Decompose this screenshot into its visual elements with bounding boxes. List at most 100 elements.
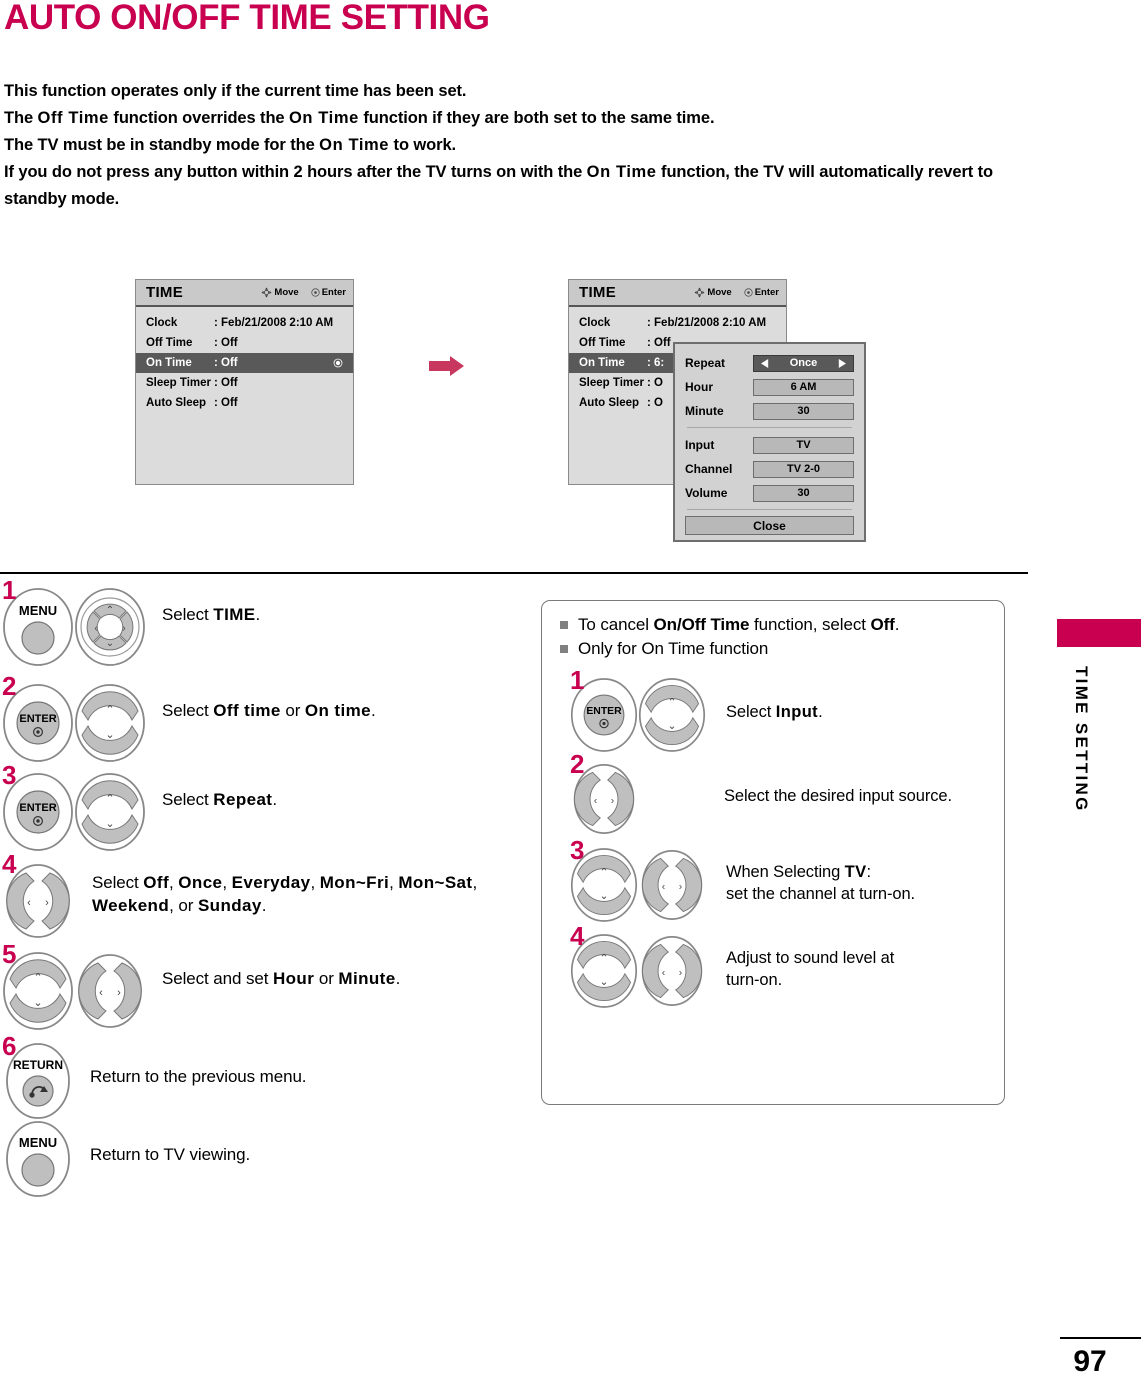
sep-6: , or: [169, 896, 198, 915]
svg-text:‹: ‹: [662, 882, 666, 893]
popup-row-repeat[interactable]: Repeat Once: [685, 352, 854, 374]
svg-text:‹: ‹: [99, 987, 103, 999]
keyword-on-time-3: On Time: [586, 163, 657, 181]
menu-button[interactable]: MENU: [0, 1119, 76, 1204]
popup-field-volume[interactable]: 30: [753, 484, 854, 502]
step-text-post: .: [395, 969, 401, 988]
left-arrow-icon[interactable]: [761, 358, 770, 371]
osd-row-on-time[interactable]: On Time : Off: [136, 353, 353, 373]
popup-field-channel[interactable]: TV 2-0: [753, 460, 854, 478]
svg-text:ENTER: ENTER: [19, 802, 56, 814]
popup-row-volume[interactable]: Volume 30: [685, 482, 854, 504]
osd-header: TIME Move Enter: [569, 280, 786, 307]
osd-row-auto-sleep[interactable]: Auto Sleep : Off: [136, 393, 353, 413]
sep-7: .: [261, 896, 267, 915]
flow-arrow-icon: [429, 355, 465, 382]
sep-5: ,: [472, 873, 478, 892]
note-step-4-text: Adjust to sound level at turn-on.: [726, 931, 894, 991]
step-2: 2 ENTER ⌃ ⌄ Select Off time or On time.: [0, 673, 520, 770]
note-step-1-text: Select Input.: [726, 675, 823, 723]
svg-text:⌄: ⌄: [105, 729, 114, 741]
note-step-3-post: :: [866, 863, 872, 881]
step-final-menu: MENU Return to TV viewing.: [0, 1119, 520, 1199]
popup-value-repeat: Once: [789, 357, 818, 369]
hint-enter-label: Enter: [754, 287, 779, 298]
step-3: 3 ENTER ⌃ ⌄ Select Repeat.: [0, 762, 520, 859]
osd-row-value: : Feb/21/2008 2:10 AM: [647, 317, 767, 329]
osd-title: TIME: [146, 284, 184, 301]
svg-text:⌃: ⌃: [33, 972, 42, 984]
step-number: 3: [2, 760, 17, 790]
step-keyword-sunday: Sunday: [197, 896, 262, 915]
intro-line-4-a: If you do not press any button within 2 …: [4, 163, 587, 181]
step-number: 5: [2, 939, 17, 969]
svg-text:⌃: ⌃: [600, 954, 609, 965]
step-keyword-weekend: Weekend: [92, 896, 170, 915]
step-keyword-monsat: Mon~Sat: [398, 873, 473, 892]
osd-row-value: : Feb/21/2008 2:10 AM: [214, 317, 334, 329]
step-text-pre: Select: [162, 605, 214, 624]
note-step-1-pre: Select: [726, 703, 776, 721]
popup-value-minute: 30: [797, 405, 810, 417]
svg-text:⌄: ⌄: [105, 818, 114, 830]
osd-row-clock[interactable]: Clock : Feb/21/2008 2:10 AM: [136, 313, 353, 333]
osd-row-label: Sleep Timer: [146, 377, 211, 389]
step-number: 6: [2, 1031, 17, 1061]
svg-text:⌄: ⌄: [33, 997, 42, 1009]
up-down-button[interactable]: ⌃ ⌄: [636, 675, 708, 760]
step-number: 1: [2, 575, 17, 605]
popup-row-minute[interactable]: Minute 30: [685, 400, 854, 422]
note-keyword-off: Off: [870, 615, 895, 634]
step-buttons: ⌃ ⌄ ‹ ›: [568, 931, 708, 1016]
osd-row-clock[interactable]: Clock : Feb/21/2008 2:10 AM: [569, 313, 786, 333]
dpad-4way-button[interactable]: ⌃ ⌄ ‹ ›: [72, 585, 148, 674]
osd-row-label: Off Time: [579, 337, 626, 349]
popup-label-channel: Channel: [685, 462, 733, 476]
svg-text:‹: ‹: [662, 968, 666, 979]
keyword-on-time-2: On Time: [319, 136, 390, 154]
step-buttons: ⌃ ⌄ ‹ ›: [0, 949, 148, 1038]
step-buttons: ⌃ ⌄ ‹ ›: [568, 845, 708, 930]
bullet-square-icon: [560, 621, 568, 629]
osd-row-label: Off Time: [146, 337, 193, 349]
side-tab-color-block: [1057, 619, 1141, 647]
side-tab-label: TIME SETTING: [1072, 666, 1091, 813]
left-right-button[interactable]: ‹ ›: [72, 949, 148, 1038]
popup-row-channel[interactable]: Channel TV 2-0: [685, 458, 854, 480]
up-down-button[interactable]: ⌃ ⌄: [72, 770, 148, 859]
osd-row-label: On Time: [579, 357, 625, 369]
note-1-post: .: [894, 615, 900, 634]
hint-enter: Enter: [744, 287, 779, 298]
svg-text:›: ›: [45, 897, 49, 909]
left-right-button[interactable]: ‹ ›: [636, 845, 708, 930]
osd-row-label: Auto Sleep: [579, 397, 640, 409]
up-down-button[interactable]: ⌃ ⌄: [72, 681, 148, 770]
svg-text:›: ›: [679, 882, 683, 893]
svg-text:ENTER: ENTER: [19, 713, 56, 725]
popup-close-button[interactable]: Close: [685, 516, 854, 535]
popup-row-hour[interactable]: Hour 6 AM: [685, 376, 854, 398]
popup-field-input[interactable]: TV: [753, 436, 854, 454]
popup-field-hour[interactable]: 6 AM: [753, 378, 854, 396]
intro-line-2-a: The: [4, 109, 38, 127]
right-arrow-icon[interactable]: [837, 358, 846, 371]
step-4: 4 ‹ › Select Off, Once, Everyday, Mon~Fr…: [0, 851, 520, 949]
osd-row-off-time[interactable]: Off Time : Off: [136, 333, 353, 353]
step-number: 2: [2, 671, 17, 701]
popup-field-repeat[interactable]: Once: [753, 354, 854, 372]
svg-text:›: ›: [611, 796, 615, 807]
step-number: 1: [570, 665, 585, 695]
popup-row-input[interactable]: Input TV: [685, 434, 854, 456]
step-buttons: MENU ⌃ ⌄ ‹ ›: [0, 585, 148, 674]
step-6-text: Return to the previous menu.: [90, 1067, 307, 1086]
left-right-button[interactable]: ‹ ›: [636, 931, 708, 1016]
osd-row-label: On Time: [146, 357, 192, 369]
keyword-on-time: On Time: [289, 109, 359, 127]
sep-2: ,: [222, 873, 232, 892]
step-text-mid: or: [280, 701, 305, 720]
step-text-pre: Select: [92, 873, 144, 892]
page-title: AUTO ON/OFF TIME SETTING: [4, 0, 490, 37]
popup-field-minute[interactable]: 30: [753, 402, 854, 420]
osd-row-sleep-timer[interactable]: Sleep Timer : Off: [136, 373, 353, 393]
sep-4: ,: [389, 873, 399, 892]
